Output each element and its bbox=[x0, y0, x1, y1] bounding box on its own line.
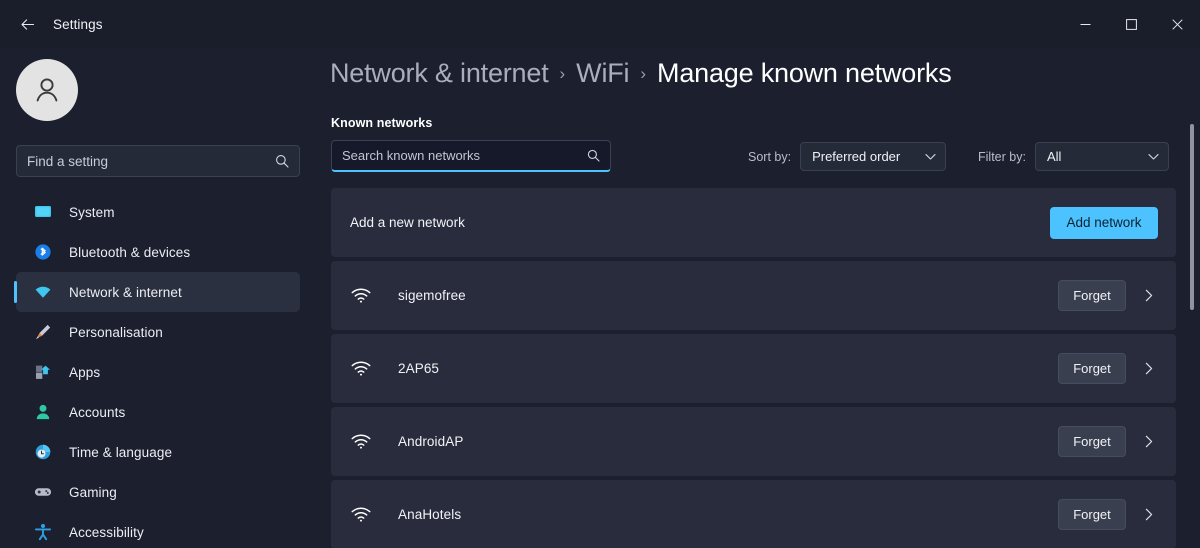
breadcrumb-separator-icon: › bbox=[640, 64, 647, 83]
paintbrush-icon bbox=[34, 323, 52, 341]
search-icon bbox=[587, 149, 600, 162]
sidebar-item-time-language[interactable]: Time & language bbox=[16, 432, 300, 472]
chevron-right-icon[interactable] bbox=[1140, 508, 1158, 521]
sidebar: Find a setting System Bluetooth & device… bbox=[0, 48, 318, 548]
forget-button[interactable]: Forget bbox=[1058, 280, 1126, 311]
accessibility-icon bbox=[34, 523, 52, 541]
app-title: Settings bbox=[53, 16, 103, 32]
sidebar-item-accessibility[interactable]: Accessibility bbox=[16, 512, 300, 548]
sidebar-nav-list: System Bluetooth & devices Network & int… bbox=[0, 192, 318, 548]
page-title: Manage known networks bbox=[657, 58, 952, 88]
sidebar-item-label: Accessibility bbox=[69, 524, 144, 540]
wifi-icon bbox=[350, 285, 372, 307]
minimize-icon bbox=[1080, 23, 1090, 25]
close-icon bbox=[1171, 18, 1183, 30]
sidebar-item-label: Bluetooth & devices bbox=[69, 244, 191, 260]
chevron-down-icon bbox=[1134, 153, 1159, 161]
filter-by-label: Filter by: bbox=[978, 149, 1026, 164]
scrollbar[interactable] bbox=[1186, 110, 1198, 546]
scrollbar-thumb[interactable] bbox=[1190, 124, 1194, 310]
sort-by-value: Preferred order bbox=[812, 149, 901, 164]
chevron-right-icon[interactable] bbox=[1140, 289, 1158, 302]
forget-button[interactable]: Forget bbox=[1058, 499, 1126, 530]
chevron-down-icon bbox=[911, 153, 936, 161]
sidebar-item-accounts[interactable]: Accounts bbox=[16, 392, 300, 432]
sidebar-item-system[interactable]: System bbox=[16, 192, 300, 232]
forget-button[interactable]: Forget bbox=[1058, 426, 1126, 457]
network-name: sigemofree bbox=[398, 288, 466, 303]
sidebar-item-apps[interactable]: Apps bbox=[16, 352, 300, 392]
settings-window: Settings Find a setting System Bluetooth… bbox=[0, 0, 1200, 548]
sidebar-item-label: Gaming bbox=[69, 484, 117, 500]
wifi-icon bbox=[350, 431, 372, 453]
wifi-icon bbox=[34, 283, 52, 301]
minimize-button[interactable] bbox=[1062, 0, 1108, 48]
search-placeholder: Search known networks bbox=[342, 148, 481, 163]
breadcrumb-separator-icon: › bbox=[559, 64, 566, 83]
breadcrumb-link-wifi[interactable]: WiFi bbox=[576, 58, 629, 89]
window-controls bbox=[1062, 0, 1200, 48]
apps-icon bbox=[34, 363, 52, 381]
search-icon bbox=[275, 154, 289, 168]
chevron-right-icon[interactable] bbox=[1140, 362, 1158, 375]
person-icon bbox=[34, 403, 52, 421]
add-new-network-label: Add a new network bbox=[350, 215, 465, 230]
sidebar-item-network-internet[interactable]: Network & internet bbox=[14, 272, 300, 312]
maximize-icon bbox=[1125, 18, 1137, 30]
clock-icon bbox=[34, 443, 52, 461]
filter-by-value: All bbox=[1046, 149, 1062, 164]
filter-by-group: Filter by: All bbox=[978, 142, 1169, 171]
gamepad-icon bbox=[34, 483, 52, 501]
sidebar-item-label: Accounts bbox=[69, 404, 126, 420]
back-button[interactable] bbox=[10, 7, 44, 41]
network-name: AndroidAP bbox=[398, 434, 464, 449]
network-name: AnaHotels bbox=[398, 507, 462, 522]
add-network-button[interactable]: Add network bbox=[1050, 206, 1158, 239]
sidebar-item-bluetooth-devices[interactable]: Bluetooth & devices bbox=[16, 232, 300, 272]
filter-by-dropdown[interactable]: All bbox=[1034, 142, 1169, 171]
add-new-network-row: Add a new network Add network bbox=[331, 188, 1176, 257]
close-button[interactable] bbox=[1154, 0, 1200, 48]
person-avatar-icon bbox=[36, 78, 58, 102]
network-name: 2AP65 bbox=[398, 361, 440, 376]
forget-button[interactable]: Forget bbox=[1058, 353, 1126, 384]
network-row[interactable]: AndroidAP Forget bbox=[331, 407, 1176, 476]
sidebar-item-label: Apps bbox=[69, 364, 101, 380]
monitor-icon bbox=[34, 203, 52, 221]
sort-by-group: Sort by: Preferred order bbox=[748, 142, 947, 171]
breadcrumb-link-network-internet[interactable]: Network & internet bbox=[330, 58, 549, 89]
main-content: Network & internet › WiFi › Manage known… bbox=[318, 48, 1200, 548]
sort-by-dropdown[interactable]: Preferred order bbox=[800, 142, 947, 171]
bluetooth-icon bbox=[34, 243, 52, 261]
chevron-right-icon[interactable] bbox=[1140, 435, 1158, 448]
search-known-networks-input[interactable]: Search known networks bbox=[331, 140, 611, 172]
sidebar-item-label: Time & language bbox=[69, 444, 173, 460]
wifi-icon bbox=[350, 504, 372, 526]
controls-row: Search known networks Sort by: Preferred… bbox=[318, 140, 1200, 180]
back-arrow-icon bbox=[20, 18, 34, 30]
avatar[interactable] bbox=[16, 59, 78, 121]
network-row[interactable]: sigemofree Forget bbox=[331, 261, 1176, 330]
sidebar-item-gaming[interactable]: Gaming bbox=[16, 472, 300, 512]
find-a-setting-input[interactable]: Find a setting bbox=[16, 145, 300, 177]
wifi-icon bbox=[350, 358, 372, 380]
sidebar-item-label: Network & internet bbox=[69, 284, 182, 300]
sidebar-item-label: System bbox=[69, 204, 115, 220]
section-label-known-networks: Known networks bbox=[331, 116, 433, 130]
breadcrumb: Network & internet › WiFi › Manage known… bbox=[330, 58, 952, 89]
sidebar-item-personalisation[interactable]: Personalisation bbox=[16, 312, 300, 352]
sidebar-item-label: Personalisation bbox=[69, 324, 163, 340]
find-a-setting-placeholder: Find a setting bbox=[27, 153, 109, 169]
title-bar: Settings bbox=[0, 0, 1200, 48]
sort-by-label: Sort by: bbox=[748, 149, 792, 164]
maximize-button[interactable] bbox=[1108, 0, 1154, 48]
known-networks-list: Add a new network Add network sigemofree… bbox=[331, 188, 1176, 548]
network-row[interactable]: AnaHotels Forget bbox=[331, 480, 1176, 548]
network-row[interactable]: 2AP65 Forget bbox=[331, 334, 1176, 403]
